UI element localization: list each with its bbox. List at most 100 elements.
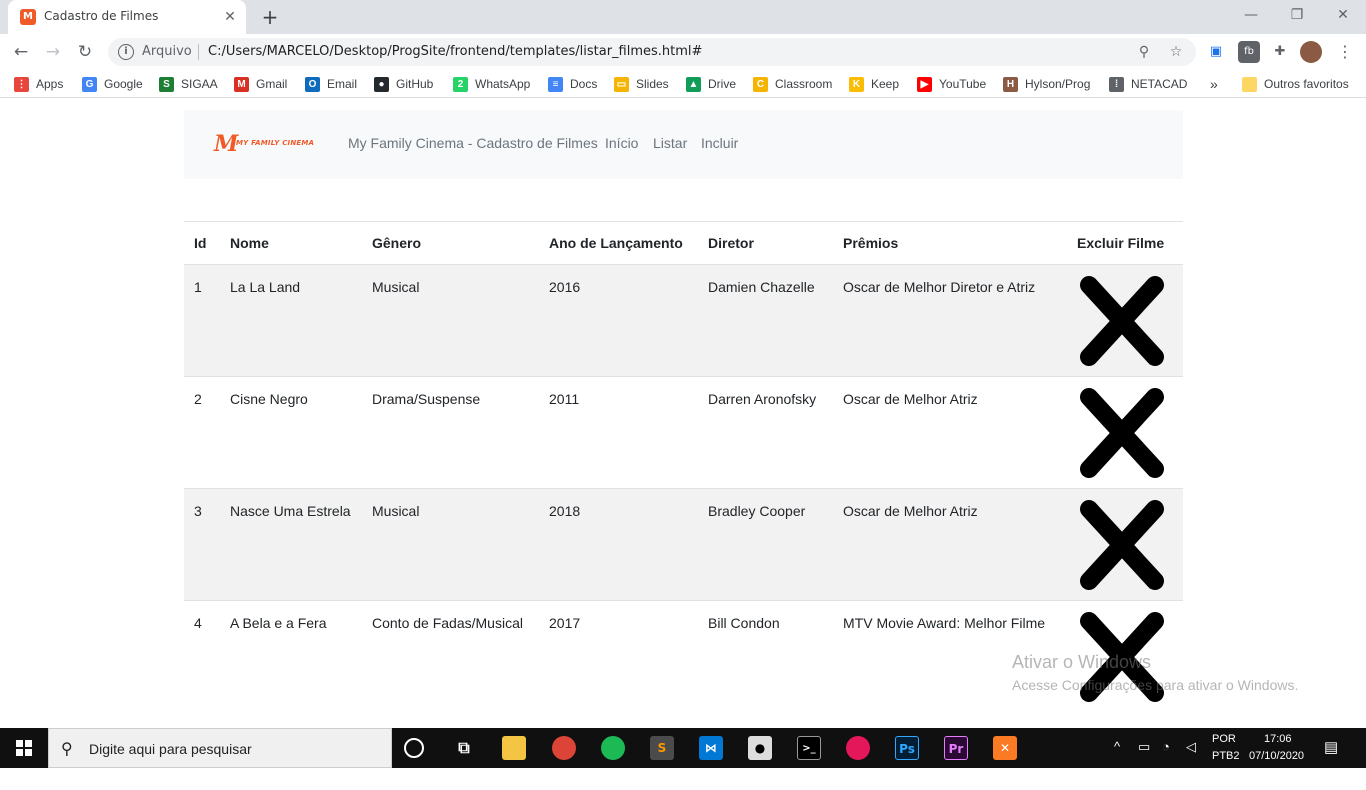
forward-arrow-icon[interactable]: → [40,39,66,65]
header-diretor: Diretor [698,221,833,265]
bookmark-drive[interactable]: ▲ Drive [686,75,736,93]
bookmark-whatsapp[interactable]: 2 WhatsApp [453,75,530,93]
window-close-icon[interactable]: ✕ [1328,4,1358,26]
other-bookmarks-folder[interactable]: Outros favoritos [1242,75,1349,93]
youtube-icon: ▶ [917,76,932,92]
chrome-menu-icon[interactable]: ⋮ [1334,41,1356,63]
vscode-icon[interactable]: ⋈ [699,736,723,760]
sublime-text-icon[interactable]: S [650,736,674,760]
delete-x-icon[interactable] [1079,275,1165,367]
header-excluir: Excluir Filme [1067,221,1183,265]
cell-ano: 2011 [539,376,698,489]
delete-x-icon[interactable] [1079,387,1165,479]
spotify-icon[interactable] [601,736,625,760]
header-genero: Gênero [362,221,539,265]
extension-fb-icon[interactable]: fb [1238,41,1260,63]
reload-icon[interactable]: ↻ [72,39,98,65]
bookmark-hylson-prog[interactable]: H Hylson/Prog [1003,75,1090,93]
nav-link-inicio[interactable]: Início [605,135,638,151]
bookmark-star-icon[interactable]: ☆ [1166,42,1186,62]
premiere-icon[interactable]: Pr [944,736,968,760]
task-view-icon[interactable]: ⧉ [452,736,476,760]
address-divider [198,44,199,60]
creative-cloud-icon[interactable] [846,736,870,760]
file-explorer-icon[interactable] [502,736,526,760]
tab-close-icon[interactable]: ✕ [220,7,240,27]
cell-nome: La La Land [220,264,362,377]
github-icon: ● [374,76,389,92]
my-family-cinema-logo[interactable]: M MY FAMILY CINEMA [214,131,318,157]
tab-cadastro-de-filmes[interactable]: M Cadastro de Filmes ✕ [8,0,246,34]
volume-icon[interactable]: ◁ [1186,739,1196,779]
bookmark-keep[interactable]: K Keep [849,75,899,93]
other-bookmarks-label: Outros favoritos [1264,77,1349,91]
bookmark-label: Hylson/Prog [1025,77,1091,91]
bookmark-slides[interactable]: ▭ Slides [614,75,669,93]
table-row: 2 Cisne Negro Drama/Suspense 2011 Darren… [184,376,1183,489]
search-icon: ⚲ [61,739,73,758]
github-desktop-icon[interactable]: ● [748,736,772,760]
cell-premios: Oscar de Melhor Diretor e Atriz [833,264,1067,377]
cell-id: 3 [184,488,220,601]
bookmark-github[interactable]: ● GitHub [374,75,433,93]
bookmark-label: Google [104,77,143,91]
sigaa-icon: S [159,76,174,92]
bookmark-sigaa[interactable]: S SIGAA [159,75,218,93]
bookmark-youtube[interactable]: ▶ YouTube [917,75,986,93]
clock-date[interactable]: 07/10/2020 [1249,750,1304,790]
bookmark-gmail[interactable]: M Gmail [234,75,287,93]
restore-icon[interactable]: ❐ [1282,4,1312,26]
cortana-icon[interactable] [404,738,424,758]
bookmark-apps[interactable]: ⋮ Apps [14,75,63,93]
wifi-icon[interactable]: ◔ [1162,739,1170,779]
docs-icon: ≡ [548,76,563,92]
xampp-icon[interactable]: ✕ [993,736,1017,760]
battery-icon[interactable]: ▭ [1138,739,1150,779]
minimize-icon[interactable]: — [1236,4,1266,26]
bookmark-label: Drive [708,77,737,91]
bookmarks-more-icon[interactable]: » [1210,75,1218,93]
profile-avatar[interactable] [1300,41,1322,63]
bookmark-docs[interactable]: ≡ Docs [548,75,597,93]
nav-link-listar[interactable]: Listar [653,135,687,151]
cell-ano: 2017 [539,600,698,713]
classroom-icon: C [753,76,768,92]
cell-id: 1 [184,264,220,377]
address-url[interactable]: C:/Users/MARCELO/Desktop/ProgSite/fronte… [208,44,702,59]
cell-nome: A Bela e a Fera [220,600,362,713]
apps-icon: ⋮ [14,76,29,92]
address-bar[interactable]: i Arquivo C:/Users/MARCELO/Desktop/ProgS… [108,38,1196,66]
bookmark-email[interactable]: O Email [305,75,357,93]
bookmark-classroom[interactable]: C Classroom [753,75,832,93]
site-info-icon[interactable]: i [118,44,134,60]
slides-icon: ▭ [614,76,629,92]
cell-genero: Musical [362,488,539,601]
bookmark-google[interactable]: G Google [82,75,143,93]
delete-x-icon[interactable] [1079,499,1165,591]
cell-id: 2 [184,376,220,489]
tab-title: Cadastro de Filmes [44,9,159,23]
zoom-icon[interactable]: ⚲ [1134,42,1154,62]
windows-start-icon[interactable] [0,728,48,768]
bookmark-netacad[interactable]: ⁞ NETACAD [1109,75,1187,93]
header-premios: Prêmios [833,221,1067,265]
back-arrow-icon[interactable]: ← [8,39,34,65]
navbar-brand[interactable]: My Family Cinema - Cadastro de Filmes [348,135,598,151]
extensions-puzzle-icon[interactable]: ✚ [1269,41,1291,63]
notifications-icon[interactable]: ▤ [1324,738,1338,778]
cell-id: 4 [184,600,220,713]
cell-ano: 2016 [539,264,698,377]
nav-link-incluir[interactable]: Incluir [701,135,738,151]
cell-diretor: Darren Aronofsky [698,376,833,489]
chrome-icon[interactable] [552,736,576,760]
extension-cast-icon[interactable]: ▣ [1205,41,1227,63]
bookmark-label: Gmail [256,77,288,91]
bookmark-label: Email [327,77,358,91]
terminal-icon[interactable]: >_ [797,736,821,760]
new-tab-button[interactable]: + [258,5,282,29]
taskbar-search-box[interactable]: ⚲ Digite aqui para pesquisar [48,728,392,768]
tray-chevron-icon[interactable]: ^ [1114,739,1120,779]
language-bottom[interactable]: PTB2 [1212,750,1240,790]
photoshop-icon[interactable]: Ps [895,736,919,760]
cell-ano: 2018 [539,488,698,601]
